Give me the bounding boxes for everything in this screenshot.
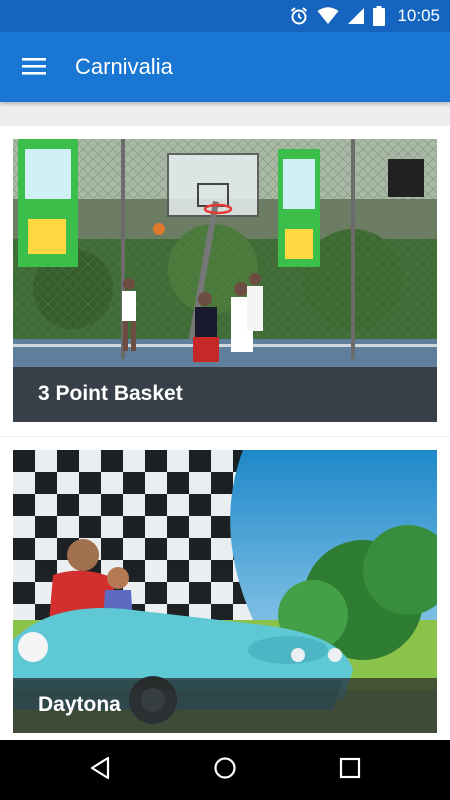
app-title: Carnivalia (75, 54, 173, 79)
card-image[interactable]: 3 Point Basket (13, 139, 437, 422)
home-button[interactable] (205, 750, 245, 790)
wifi-icon (317, 7, 339, 25)
alarm-icon (289, 6, 309, 26)
attraction-card-3-point-basket[interactable]: 3 Point Basket (0, 126, 450, 436)
hamburger-menu-icon (22, 56, 46, 81)
recents-icon (339, 757, 361, 784)
card-image[interactable]: Daytona (13, 450, 437, 733)
card-caption: Daytona (13, 678, 437, 733)
back-icon (89, 756, 111, 785)
content-list[interactable]: 3 Point Basket Daytona (0, 102, 450, 740)
signal-icon (347, 7, 365, 25)
recents-button[interactable] (330, 750, 370, 790)
navigation-bar (0, 740, 450, 800)
card-title: 3 Point Basket (38, 382, 183, 405)
home-icon (213, 756, 237, 785)
status-icons: 10:05 (289, 5, 440, 27)
app-bar: Carnivalia (0, 32, 450, 102)
attraction-card-daytona[interactable]: Daytona (0, 437, 450, 740)
card-caption: 3 Point Basket (13, 367, 437, 422)
menu-button[interactable] (14, 48, 54, 88)
status-bar: 10:05 (0, 0, 450, 32)
status-time: 10:05 (397, 6, 440, 25)
card-title: Daytona (38, 693, 121, 716)
back-button[interactable] (80, 750, 120, 790)
battery-icon (373, 6, 386, 26)
